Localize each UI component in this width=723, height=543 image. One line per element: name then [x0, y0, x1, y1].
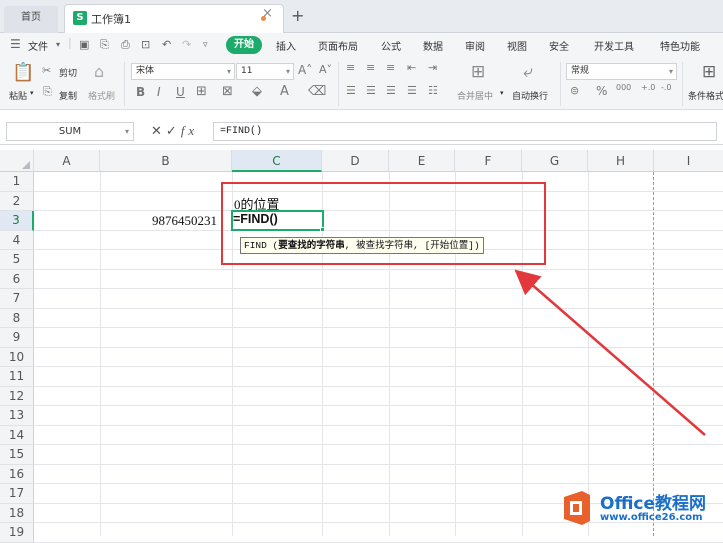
watermark-title: Office教程网	[600, 494, 707, 514]
watermark: Office教程网 www.office26.com	[556, 487, 718, 531]
annotation-arrow	[514, 269, 706, 436]
gridline	[34, 541, 723, 543]
watermark-url: www.office26.com	[600, 512, 703, 523]
office-logo-icon	[564, 491, 590, 525]
arrow-line	[514, 269, 706, 436]
